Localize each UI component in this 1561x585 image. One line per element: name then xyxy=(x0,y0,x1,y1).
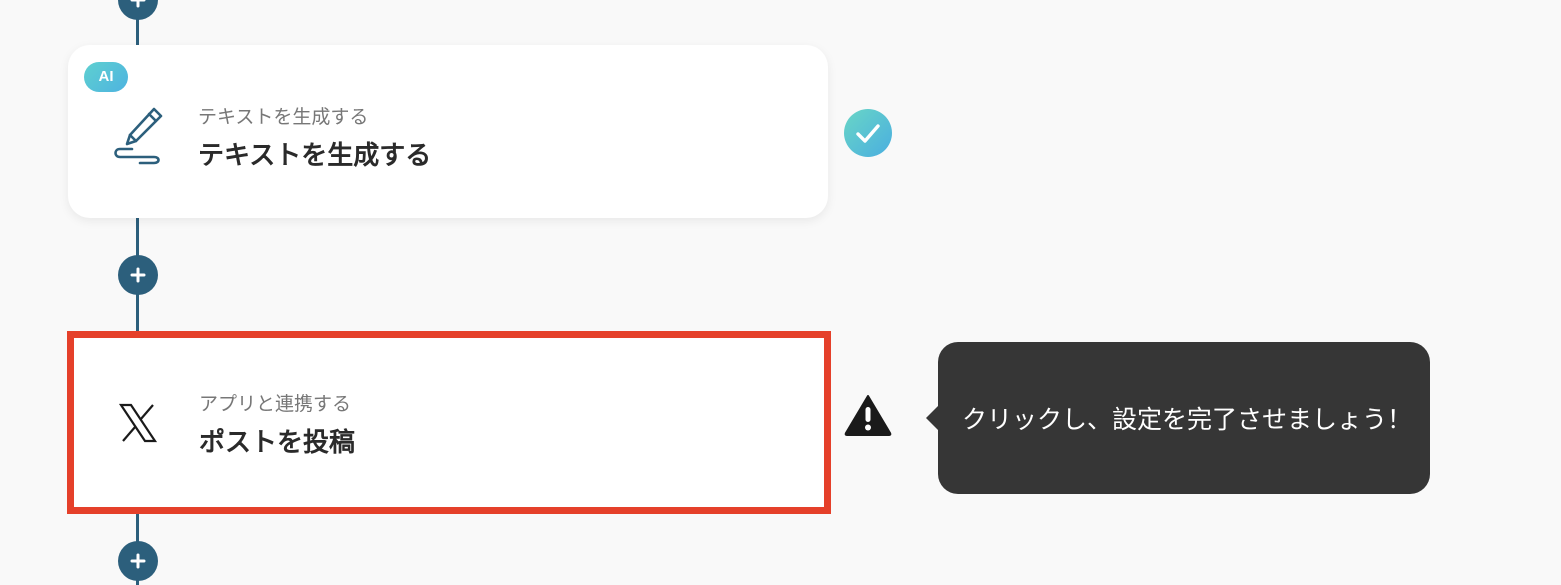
step-category-label: アプリと連携する xyxy=(199,393,352,415)
add-step-button[interactable] xyxy=(118,541,158,581)
setup-hint-tooltip: クリックし、設定を完了させましょう！ xyxy=(926,342,1430,494)
step-card-post-to-x[interactable]: アプリと連携する ポストを投稿 xyxy=(67,331,831,514)
completed-check-icon xyxy=(844,109,892,157)
warning-icon xyxy=(843,393,893,441)
step-title: テキストを生成する xyxy=(198,141,432,171)
pen-scribble-icon xyxy=(110,105,170,171)
tooltip-text: クリックし、設定を完了させましょう！ xyxy=(962,405,1413,434)
step-title: ポストを投稿 xyxy=(199,428,356,458)
plus-icon xyxy=(130,267,146,283)
step-card-generate-text[interactable]: テキストを生成する テキストを生成する xyxy=(68,45,828,218)
step-category-label: テキストを生成する xyxy=(198,106,369,128)
plus-icon xyxy=(130,0,146,8)
add-step-button[interactable] xyxy=(118,0,158,20)
plus-icon xyxy=(130,553,146,569)
add-step-button[interactable] xyxy=(118,255,158,295)
x-logo-icon xyxy=(118,403,158,447)
ai-badge: AI xyxy=(84,62,128,92)
